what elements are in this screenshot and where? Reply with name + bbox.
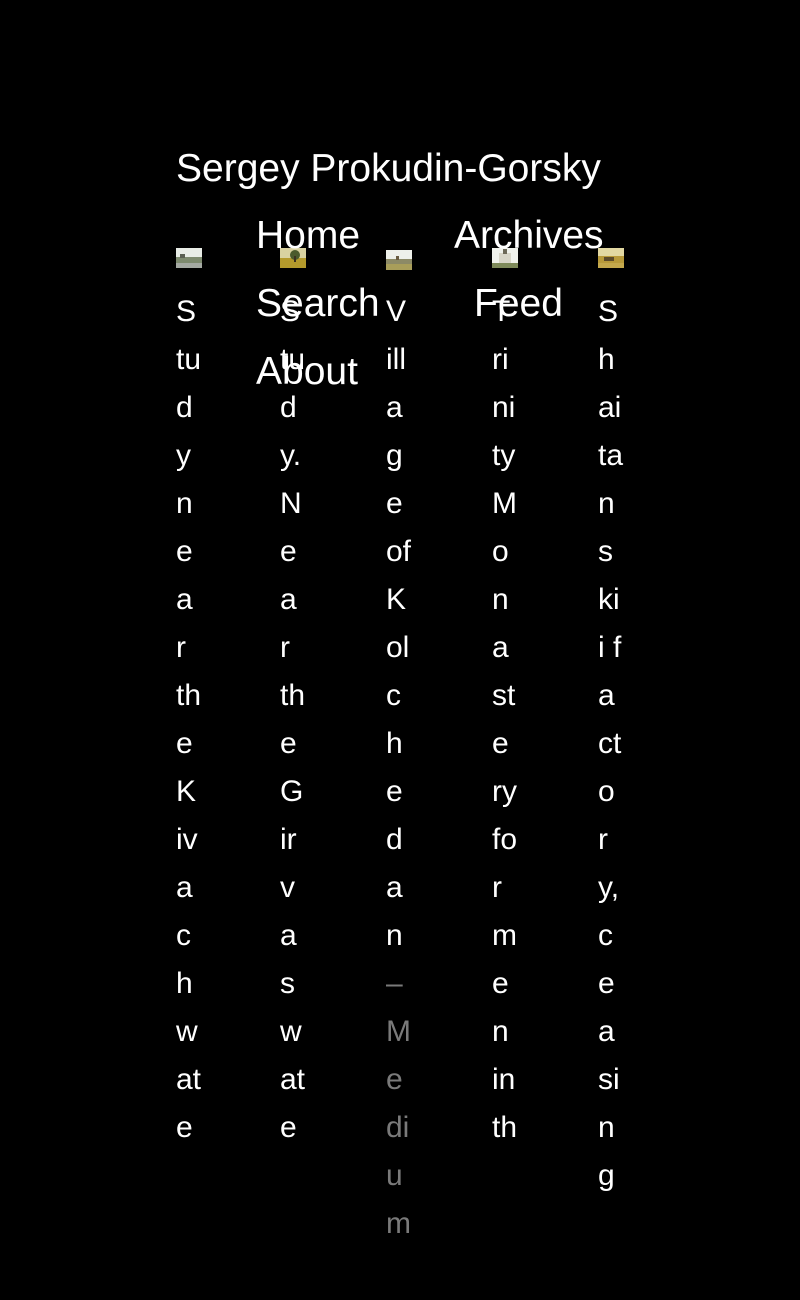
nav-home-link[interactable]: Home <box>256 210 360 262</box>
thumbnail-title[interactable]: Study. Near the Girvaswate <box>280 295 305 1144</box>
thumbnail-caption[interactable]: Village of Kolchedan – Medium <box>386 288 412 1248</box>
site-title[interactable]: Sergey Prokudin-Gorsky <box>176 146 601 192</box>
thumbnail-title[interactable]: Shaitanskii factory, ceasing <box>598 295 623 1192</box>
main-nav: Home Archives Search Feed About <box>256 210 656 420</box>
nav-about-link[interactable]: About <box>256 346 358 398</box>
thumbnail-title[interactable]: Trinity Monastery for men in th <box>492 295 517 1144</box>
thumbnail-caption[interactable]: Shaitanskii factory, ceasing <box>598 288 624 1200</box>
nav-search-link[interactable]: Search <box>256 278 380 330</box>
nav-archives-link[interactable]: Archives <box>454 210 604 262</box>
thumbnail-image[interactable] <box>176 248 202 268</box>
thumbnail-title[interactable]: Study near the Kivachwate <box>176 295 201 1144</box>
nav-feed-link[interactable]: Feed <box>474 278 563 330</box>
thumbnail-date: – Medium <box>386 967 411 1240</box>
thumbnail-caption[interactable]: Study near the Kivachwate <box>176 288 202 1152</box>
